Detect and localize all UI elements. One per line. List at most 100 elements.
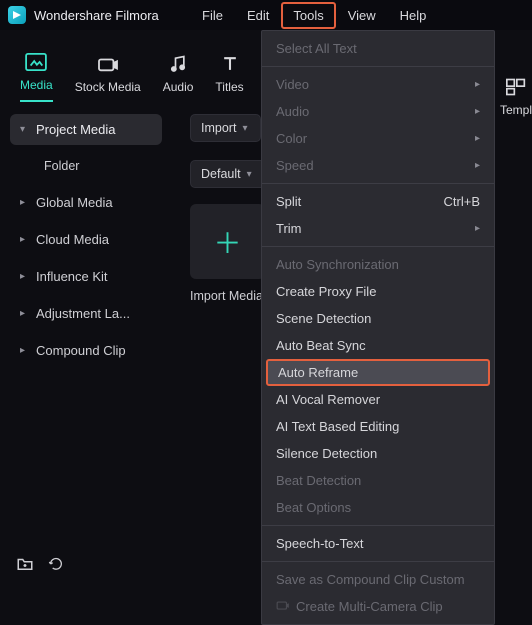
chevron-right-icon: ▸ <box>20 234 28 245</box>
menu-view[interactable]: View <box>336 2 388 29</box>
sidebar-item-influence-kit[interactable]: ▸ Influence Kit <box>10 261 162 292</box>
sidebar-item-label: Cloud Media <box>36 232 109 247</box>
button-label: Import <box>201 121 236 135</box>
sidebar-item-adjustment-layer[interactable]: ▸ Adjustment La... <box>10 298 162 329</box>
chevron-down-icon: ▾ <box>247 169 255 180</box>
music-icon <box>167 53 189 75</box>
dd-label: Color <box>276 131 307 146</box>
sidebar-item-label: Project Media <box>36 122 115 137</box>
dd-label: Save as Compound Clip Custom <box>276 572 465 587</box>
tab-audio[interactable]: Audio <box>163 53 194 102</box>
dd-label: Silence Detection <box>276 446 377 461</box>
dd-color: Color ▸ <box>262 125 494 152</box>
media-icon <box>25 51 47 73</box>
sidebar-item-project-media[interactable]: ▾ Project Media <box>10 114 162 145</box>
tab-label: Stock Media <box>75 80 141 94</box>
dd-ai-vocal-remover[interactable]: AI Vocal Remover <box>262 386 494 413</box>
dd-label: Speed <box>276 158 314 173</box>
dd-label: Audio <box>276 104 309 119</box>
dd-select-all-text: Select All Text <box>262 35 494 62</box>
dd-label: Video <box>276 77 309 92</box>
sidebar-item-compound-clip[interactable]: ▸ Compound Clip <box>10 335 162 366</box>
separator <box>262 561 494 562</box>
dd-auto-reframe[interactable]: Auto Reframe <box>266 359 490 386</box>
camera-icon <box>97 53 119 75</box>
dd-save-compound: Save as Compound Clip Custom <box>262 566 494 593</box>
import-button[interactable]: Import ▾ <box>190 114 261 142</box>
refresh-icon[interactable] <box>48 556 64 575</box>
menu-file[interactable]: File <box>190 2 235 29</box>
dd-auto-beat-sync[interactable]: Auto Beat Sync <box>262 332 494 359</box>
dd-beat-detection: Beat Detection <box>262 467 494 494</box>
chevron-right-icon: ▸ <box>20 345 28 356</box>
separator <box>262 246 494 247</box>
chevron-right-icon: ▸ <box>475 79 480 90</box>
menu-edit[interactable]: Edit <box>235 2 281 29</box>
app-name: Wondershare Filmora <box>34 8 159 23</box>
dd-label: AI Vocal Remover <box>276 392 380 407</box>
sidebar-item-label: Folder <box>44 159 79 173</box>
sidebar-item-global-media[interactable]: ▸ Global Media <box>10 187 162 218</box>
sidebar-item-label: Adjustment La... <box>36 306 130 321</box>
dd-auto-sync: Auto Synchronization <box>262 251 494 278</box>
plus-icon: ＋ <box>213 222 241 262</box>
dd-create-proxy[interactable]: Create Proxy File <box>262 278 494 305</box>
dd-audio: Audio ▸ <box>262 98 494 125</box>
dd-trim[interactable]: Trim ▸ <box>262 215 494 242</box>
tab-stock-media[interactable]: Stock Media <box>75 53 141 102</box>
footer-icons <box>16 556 64 575</box>
sidebar-item-folder[interactable]: Folder <box>10 151 162 181</box>
dd-label: Split <box>276 194 301 209</box>
chevron-right-icon: ▸ <box>20 271 28 282</box>
dd-label: Auto Synchronization <box>276 257 399 272</box>
app-logo <box>8 6 26 24</box>
sidebar-item-label: Compound Clip <box>36 343 126 358</box>
chevron-right-icon: ▸ <box>475 160 480 171</box>
dd-video: Video ▸ <box>262 71 494 98</box>
separator <box>262 66 494 67</box>
dd-label: Select All Text <box>276 41 357 56</box>
dd-scene-detection[interactable]: Scene Detection <box>262 305 494 332</box>
sidebar-item-label: Influence Kit <box>36 269 108 284</box>
tab-media[interactable]: Media <box>20 51 53 102</box>
sort-button[interactable]: Default ▾ <box>190 160 266 188</box>
dd-silence-detection[interactable]: Silence Detection <box>262 440 494 467</box>
import-dropzone[interactable]: ＋ <box>190 204 265 279</box>
dd-label: Beat Detection <box>276 473 361 488</box>
tab-titles[interactable]: Titles <box>215 53 243 102</box>
button-label: Default <box>201 167 241 181</box>
tab-label: Audio <box>163 80 194 94</box>
dd-label: Create Proxy File <box>276 284 376 299</box>
camera-icon <box>276 599 290 614</box>
dd-label: Speech-to-Text <box>276 536 363 551</box>
dd-label: Create Multi-Camera Clip <box>296 599 443 614</box>
chevron-right-icon: ▸ <box>20 197 28 208</box>
tools-dropdown: Select All Text Video ▸ Audio ▸ Color ▸ … <box>261 30 495 625</box>
separator <box>262 183 494 184</box>
templates-icon <box>500 78 532 99</box>
tab-label: Media <box>20 78 53 92</box>
sidebar-item-label: Global Media <box>36 195 113 210</box>
menu-help[interactable]: Help <box>388 2 439 29</box>
chevron-right-icon: ▸ <box>475 223 480 234</box>
chevron-right-icon: ▸ <box>475 133 480 144</box>
new-folder-icon[interactable] <box>16 556 34 575</box>
dd-speed: Speed ▸ <box>262 152 494 179</box>
dd-beat-options: Beat Options <box>262 494 494 521</box>
tab-label: Titles <box>215 80 243 94</box>
text-icon <box>219 53 241 75</box>
dd-ai-text-editing[interactable]: AI Text Based Editing <box>262 413 494 440</box>
dd-label: AI Text Based Editing <box>276 419 399 434</box>
separator <box>262 525 494 526</box>
chevron-right-icon: ▸ <box>475 106 480 117</box>
dd-speech-to-text[interactable]: Speech-to-Text <box>262 530 494 557</box>
dd-split[interactable]: Split Ctrl+B <box>262 188 494 215</box>
dd-label: Scene Detection <box>276 311 371 326</box>
dd-label: Auto Reframe <box>278 365 358 380</box>
menu-tools[interactable]: Tools <box>281 2 335 29</box>
sidebar-item-cloud-media[interactable]: ▸ Cloud Media <box>10 224 162 255</box>
dd-label: Trim <box>276 221 302 236</box>
chevron-down-icon: ▾ <box>242 123 250 134</box>
menubar: File Edit Tools View Help <box>190 0 438 30</box>
dd-multi-camera: Create Multi-Camera Clip <box>262 593 494 620</box>
